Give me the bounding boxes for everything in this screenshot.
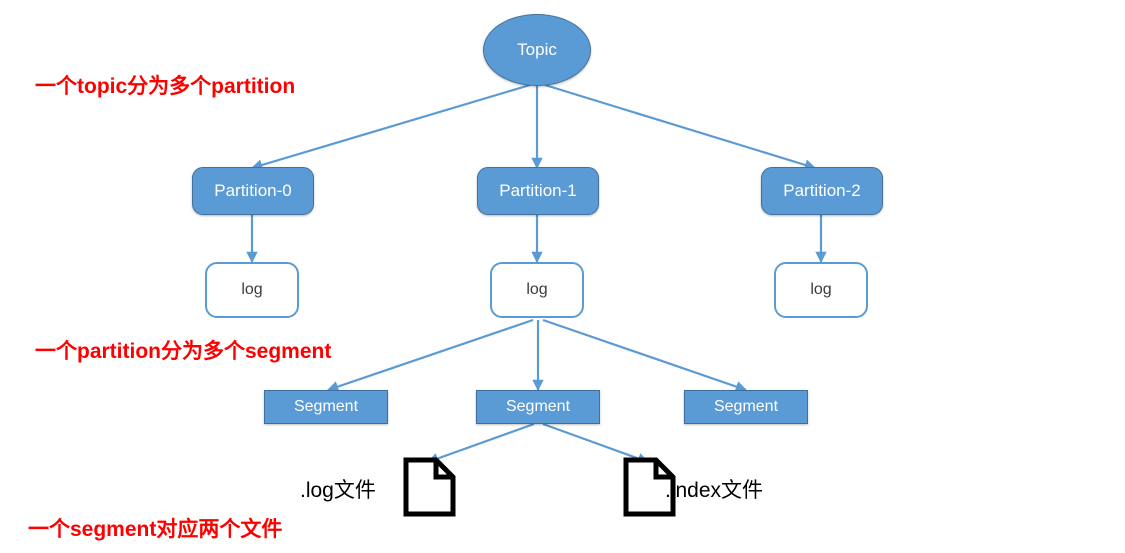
node-segment-0[interactable]: Segment xyxy=(264,390,388,424)
node-log-2[interactable]: log xyxy=(774,262,868,318)
node-log-1[interactable]: log xyxy=(490,262,584,318)
node-topic-label: Topic xyxy=(517,39,557,59)
node-log-0-label: log xyxy=(241,281,263,299)
node-segment-1[interactable]: Segment xyxy=(476,390,600,424)
edge-log-segment2 xyxy=(542,318,748,393)
edge-log-segment0 xyxy=(326,318,534,393)
document-icon-log xyxy=(403,457,456,517)
node-partition-2-label: Partition-2 xyxy=(783,180,861,200)
node-segment-2-label: Segment xyxy=(713,398,779,416)
node-log-0[interactable]: log xyxy=(205,262,299,318)
node-segment-2[interactable]: Segment xyxy=(684,390,808,424)
node-log-1-label: log xyxy=(526,281,548,299)
annotation-partition-segment: 一个partition分为多个segment xyxy=(35,340,332,363)
file-label-index: .index文件 xyxy=(665,479,764,502)
node-partition-1[interactable]: Partition-1 xyxy=(477,167,599,215)
file-label-log: .log文件 xyxy=(300,479,376,502)
diagram-canvas: Topic Partition-0 Partition-1 Partition-… xyxy=(0,0,1125,553)
annotation-topic-partition: 一个topic分为多个partition xyxy=(35,75,296,98)
node-segment-1-label: Segment xyxy=(505,398,571,416)
annotation-segment-files: 一个segment对应两个文件 xyxy=(28,518,283,541)
node-partition-2[interactable]: Partition-2 xyxy=(761,167,883,215)
node-topic[interactable]: Topic xyxy=(483,14,591,86)
node-log-2-label: log xyxy=(810,281,832,299)
node-segment-0-label: Segment xyxy=(293,398,359,416)
node-partition-1-label: Partition-1 xyxy=(499,180,577,200)
node-partition-0[interactable]: Partition-0 xyxy=(192,167,314,215)
node-partition-0-label: Partition-0 xyxy=(214,180,292,200)
edge-topic-partition2 xyxy=(544,83,817,171)
